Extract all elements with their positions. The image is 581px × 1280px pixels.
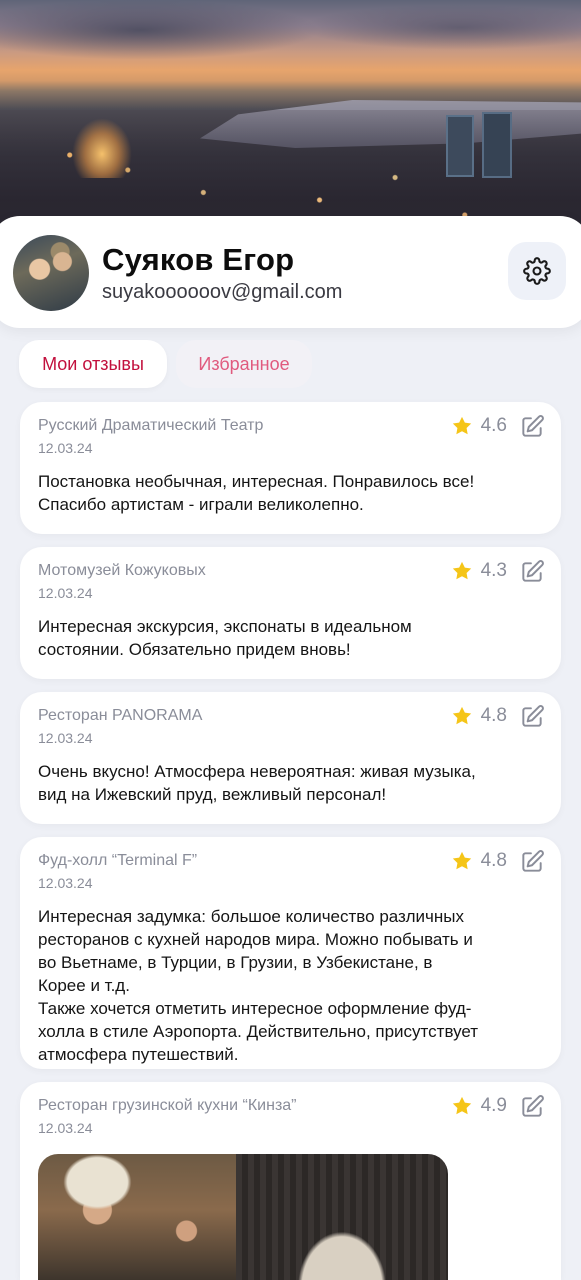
review-rating: 4.6 xyxy=(451,415,507,437)
review-card[interactable]: Ресторан грузинской кухни “Кинза” 12.03.… xyxy=(20,1082,561,1280)
tab-my-reviews[interactable]: Мои отзывы xyxy=(19,340,167,388)
user-email: suyakoooooov@gmail.com xyxy=(102,281,343,303)
edit-icon[interactable] xyxy=(519,849,545,875)
star-icon xyxy=(452,416,471,435)
settings-button[interactable] xyxy=(508,242,566,300)
star-icon xyxy=(452,706,471,725)
star-icon xyxy=(452,851,471,870)
review-date: 12.03.24 xyxy=(38,875,93,891)
review-date: 12.03.24 xyxy=(38,585,93,601)
review-text: Постановка необычная, интересная. Понрав… xyxy=(38,472,475,514)
edit-icon[interactable] xyxy=(519,414,545,440)
review-date: 12.03.24 xyxy=(38,730,93,746)
star-icon xyxy=(452,1096,471,1115)
review-card[interactable]: Фуд-холл “Terminal F” 12.03.24 Интересна… xyxy=(20,837,561,1069)
review-rating: 4.3 xyxy=(451,560,507,582)
rating-value: 4.9 xyxy=(480,1095,507,1116)
edit-icon[interactable] xyxy=(519,1094,545,1120)
review-card[interactable]: Ресторан PANORAMA 12.03.24 Очень вкусно!… xyxy=(20,692,561,824)
gear-icon xyxy=(523,257,551,285)
review-card[interactable]: Русский Драматический Театр 12.03.24 Пос… xyxy=(20,402,561,534)
star-icon xyxy=(452,561,471,580)
tab-favorites[interactable]: Избранное xyxy=(176,340,312,388)
review-date: 12.03.24 xyxy=(38,1120,93,1136)
user-name: Суяков Егор xyxy=(102,242,295,277)
avatar[interactable] xyxy=(13,235,89,311)
rating-value: 4.3 xyxy=(480,560,507,581)
rating-value: 4.8 xyxy=(480,850,507,871)
review-date: 12.03.24 xyxy=(38,440,93,456)
review-rating: 4.8 xyxy=(451,705,507,727)
review-card[interactable]: Мотомузей Кожуковых 12.03.24 Интересная … xyxy=(20,547,561,679)
rating-value: 4.8 xyxy=(480,705,507,726)
review-photo[interactable] xyxy=(38,1154,236,1280)
edit-icon[interactable] xyxy=(519,704,545,730)
review-text: Очень вкусно! Атмосфера невероятная: жив… xyxy=(38,762,476,804)
review-rating: 4.8 xyxy=(451,850,507,872)
edit-icon[interactable] xyxy=(519,559,545,585)
rating-value: 4.6 xyxy=(480,415,507,436)
review-text: Интересная задумка: большое количество р… xyxy=(38,907,479,1064)
review-rating: 4.9 xyxy=(451,1095,507,1117)
review-text: Интересная экскурсия, экспонаты в идеаль… xyxy=(38,617,412,659)
review-photo[interactable] xyxy=(236,1154,448,1280)
